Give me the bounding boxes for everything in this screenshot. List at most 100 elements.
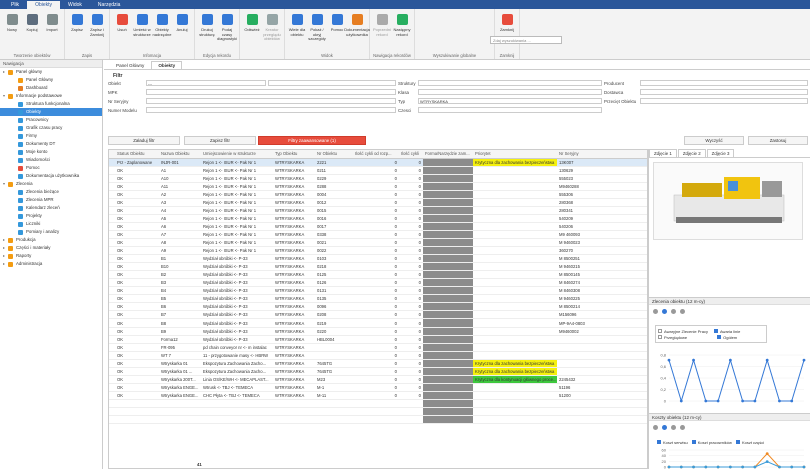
table-cell[interactable]: Wydział obróbki <- P-33 bbox=[201, 278, 273, 288]
table-row[interactable]: OK Forma12 Wydział obróbki <- P-33 WTRYSKAR… bbox=[109, 335, 647, 344]
data-point[interactable] bbox=[753, 399, 757, 403]
nav-item-11[interactable]: Wiadomości bbox=[0, 156, 102, 164]
nav-item-5[interactable]: Obiekty bbox=[0, 108, 102, 116]
table-cell[interactable]: OK bbox=[115, 246, 159, 256]
struktury-field[interactable] bbox=[418, 80, 602, 86]
obiekt-field-2[interactable] bbox=[268, 80, 396, 86]
table-row[interactable]: OK A6 Rejon 1 <- ISUR <- Pak Nr 1 WTRYSKARK… bbox=[109, 222, 647, 231]
table-cell[interactable]: WTRYSKARKA bbox=[273, 262, 315, 272]
table-cell[interactable]: 2245432 bbox=[557, 375, 647, 384]
table-cell[interactable] bbox=[423, 335, 473, 344]
table-cell[interactable]: 0 bbox=[353, 246, 399, 256]
data-point[interactable] bbox=[704, 465, 708, 469]
table-cell[interactable]: 0220 bbox=[315, 327, 353, 336]
checkbox[interactable] bbox=[658, 329, 662, 333]
table-cell[interactable] bbox=[423, 391, 473, 400]
load-filter-button[interactable]: Załaduj filtr bbox=[108, 136, 180, 145]
table-cell[interactable]: B9 bbox=[159, 327, 201, 336]
column-header[interactable]: Nazwa Obiektu bbox=[159, 150, 201, 159]
table-cell[interactable]: 0 bbox=[399, 190, 423, 199]
table-cell[interactable]: A1 bbox=[159, 166, 201, 175]
table-cell[interactable]: 540206 bbox=[557, 222, 647, 231]
table-cell[interactable]: OK bbox=[115, 254, 159, 264]
table-cell[interactable]: 0208 bbox=[315, 310, 353, 320]
table-cell[interactable]: 0 bbox=[353, 214, 399, 223]
table-cell[interactable] bbox=[423, 367, 473, 376]
table-cell[interactable]: 51196 bbox=[557, 383, 647, 392]
table-cell[interactable]: 360270 bbox=[557, 246, 647, 256]
table-cell[interactable]: 0288 bbox=[315, 182, 353, 191]
table-cell[interactable]: 0 bbox=[399, 158, 423, 167]
table-row[interactable]: OK B8 Wydział obróbki <- P-33 WTRYSKARKA 021… bbox=[109, 318, 647, 328]
table-cell[interactable]: WTRYSKARKA bbox=[273, 367, 315, 376]
table-cell[interactable]: 0 bbox=[353, 158, 399, 167]
table-cell[interactable]: Rejon 1 <- ISUR <- Pak Nr 1 bbox=[201, 166, 273, 175]
table-cell[interactable]: 0 bbox=[353, 335, 399, 344]
table-cell[interactable]: 0 bbox=[353, 375, 399, 384]
ribbon-button-2-1[interactable]: Umieść w strukturze bbox=[132, 11, 152, 50]
table-row[interactable]: OK A10 Rejon 1 <- ISUR <- Pak Nr 1 WTRYSKAR… bbox=[109, 174, 647, 183]
nav-item-6[interactable]: Pracownicy bbox=[0, 116, 102, 124]
table-cell[interactable]: 0096 bbox=[315, 302, 353, 312]
table-cell[interactable] bbox=[473, 278, 557, 288]
table-cell[interactable]: A10 bbox=[159, 174, 201, 183]
table-cell[interactable]: Wtryskarka 01 ... bbox=[159, 367, 201, 376]
table-cell[interactable]: Rejon 1 <- ISUR <- Pak Nr 1 bbox=[201, 198, 273, 207]
table-cell[interactable]: Wydział obróbki <- P-33 bbox=[201, 270, 273, 280]
table-cell[interactable]: 0004 bbox=[315, 190, 353, 199]
table-cell[interactable] bbox=[473, 391, 557, 400]
nav-item-16[interactable]: Zlecenia MPR bbox=[0, 196, 102, 204]
table-cell[interactable]: Rejon 1 <- ISUR <- Pak Nr 1 bbox=[201, 214, 273, 223]
table-cell[interactable]: M 8500251 bbox=[557, 254, 647, 264]
data-point[interactable] bbox=[790, 465, 794, 469]
table-cell[interactable]: B2 bbox=[159, 270, 201, 280]
table-cell[interactable]: Wtryskarka 01 bbox=[159, 359, 201, 368]
table-cell[interactable]: 0 bbox=[399, 359, 423, 368]
table-cell[interactable] bbox=[473, 318, 557, 328]
column-header[interactable]: Status Obiektu bbox=[115, 150, 159, 159]
table-cell[interactable]: 0 bbox=[399, 278, 423, 288]
table-cell[interactable]: 13K007 bbox=[557, 158, 647, 167]
table-cell[interactable]: 555023 bbox=[557, 174, 647, 183]
table-cell[interactable]: WTRYSKARKA bbox=[273, 246, 315, 256]
table-cell[interactable]: 0 bbox=[353, 270, 399, 280]
table-cell[interactable]: HBL0004 bbox=[315, 335, 353, 344]
tab-panel-glowny[interactable]: Panel Główny bbox=[109, 61, 151, 69]
chart-settings-icon[interactable] bbox=[653, 424, 658, 430]
table-cell[interactable] bbox=[473, 294, 557, 304]
table-cell[interactable]: 0 bbox=[353, 383, 399, 392]
table-cell[interactable]: Rejon 1 <- ISUR <- Pak Nr 1 bbox=[201, 222, 273, 231]
table-cell[interactable] bbox=[423, 359, 473, 368]
klasa-field[interactable] bbox=[418, 89, 602, 95]
table-cell[interactable]: 0135 bbox=[315, 294, 353, 304]
table-cell[interactable]: Rejon 1 <- ISUR <- Pak Nr 1 bbox=[201, 174, 273, 183]
table-cell[interactable]: OK bbox=[115, 166, 159, 175]
table-cell[interactable]: B10 bbox=[159, 262, 201, 272]
table-cell[interactable]: OK bbox=[115, 206, 159, 215]
table-row[interactable]: OK WT 7 11 - przygotowanie masy <- HBRW WTR… bbox=[109, 351, 647, 360]
table-cell[interactable]: WTRYSKARKA bbox=[273, 335, 315, 344]
table-row[interactable]: OK Wtryskarka 01 Ekspozytura Zachowania Za… bbox=[109, 359, 647, 368]
table-cell[interactable]: 0211 bbox=[315, 166, 353, 175]
table-cell[interactable]: A8 bbox=[159, 238, 201, 248]
ribbon-button-6-0[interactable]: Poprzedni rekord bbox=[372, 11, 392, 50]
table-cell[interactable]: Forma12 bbox=[159, 335, 201, 344]
table-cell[interactable]: Rejon 1 <- ISUR <- Pak Nr 1 bbox=[201, 158, 273, 167]
table-cell[interactable]: 0 bbox=[399, 246, 423, 256]
data-point[interactable] bbox=[692, 465, 695, 469]
table-cell[interactable]: OK bbox=[115, 343, 159, 352]
table-cell[interactable] bbox=[473, 238, 557, 248]
checkbox[interactable] bbox=[713, 329, 718, 333]
table-cell[interactable]: 0 bbox=[399, 375, 423, 384]
table-cell[interactable]: OK bbox=[115, 367, 159, 376]
table-cell[interactable] bbox=[473, 383, 557, 392]
dostawca-field[interactable] bbox=[640, 89, 808, 95]
ribbon-button-1-1[interactable]: Zapisz i Zamknij bbox=[87, 11, 107, 50]
table-cell[interactable] bbox=[423, 270, 473, 280]
data-point[interactable] bbox=[790, 399, 794, 403]
table-cell[interactable] bbox=[557, 335, 647, 344]
table-cell[interactable] bbox=[557, 367, 647, 376]
table-cell[interactable] bbox=[473, 190, 557, 199]
table-cell[interactable]: OK bbox=[115, 318, 159, 328]
checkbox[interactable] bbox=[658, 335, 662, 339]
